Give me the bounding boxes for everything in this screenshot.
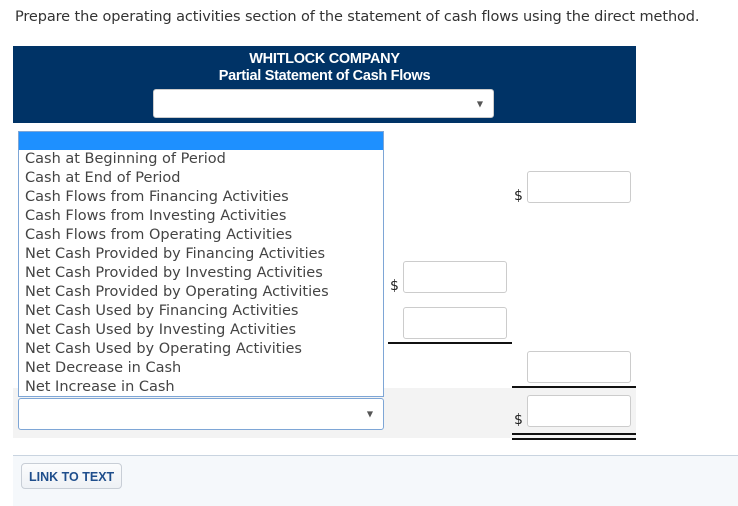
dropdown-arrow-icon: ▼: [476, 99, 483, 108]
dropdown-option[interactable]: Cash Flows from Operating Activities: [19, 226, 383, 245]
amount-input-row5[interactable]: [527, 395, 631, 427]
dropdown-option[interactable]: Net Cash Used by Financing Activities: [19, 302, 383, 321]
line-item-select[interactable]: ▼: [18, 398, 384, 430]
dropdown-option[interactable]: Net Increase in Cash: [19, 378, 383, 396]
dropdown-option[interactable]: Net Cash Used by Investing Activities: [19, 321, 383, 340]
dollar-sign: $: [390, 278, 399, 294]
total-double-rule: [512, 433, 636, 440]
dropdown-option[interactable]: Cash Flows from Financing Activities: [19, 188, 383, 207]
amount-input-row4[interactable]: [527, 351, 631, 383]
dropdown-option[interactable]: Cash at End of Period: [19, 169, 383, 188]
company-name: WHITLOCK COMPANY: [249, 51, 400, 67]
dropdown-option[interactable]: Net Cash Used by Operating Activities: [19, 340, 383, 359]
dropdown-option[interactable]: Net Cash Provided by Financing Activitie…: [19, 245, 383, 264]
dropdown-option[interactable]: Cash Flows from Investing Activities: [19, 207, 383, 226]
dropdown-option[interactable]: Net Cash Provided by Operating Activitie…: [19, 283, 383, 302]
period-select[interactable]: ▼: [153, 89, 494, 118]
dollar-sign: $: [514, 188, 523, 204]
statement-header: WHITLOCK COMPANY Partial Statement of Ca…: [13, 46, 636, 123]
subtotal-rule: [512, 386, 636, 388]
link-to-text-button[interactable]: LINK TO TEXT: [21, 463, 123, 489]
amount-input-row1[interactable]: [527, 171, 631, 203]
footer-panel: LINK TO TEXT: [13, 455, 738, 506]
subtotal-rule: [388, 342, 512, 344]
amount-input-row2[interactable]: [403, 261, 507, 293]
dropdown-options-list[interactable]: Cash at Beginning of Period Cash at End …: [18, 131, 384, 397]
dropdown-option[interactable]: Net Decrease in Cash: [19, 359, 383, 378]
dollar-sign: $: [514, 412, 523, 428]
amount-input-row3[interactable]: [403, 307, 507, 339]
dropdown-option[interactable]: Net Cash Provided by Investing Activitie…: [19, 264, 383, 283]
dropdown-option[interactable]: [19, 132, 383, 150]
dropdown-arrow-icon: ▼: [366, 409, 373, 419]
dropdown-option[interactable]: Cash at Beginning of Period: [19, 150, 383, 169]
statement-title: Partial Statement of Cash Flows: [218, 68, 431, 84]
instruction-text: Prepare the operating activities section…: [15, 9, 700, 25]
